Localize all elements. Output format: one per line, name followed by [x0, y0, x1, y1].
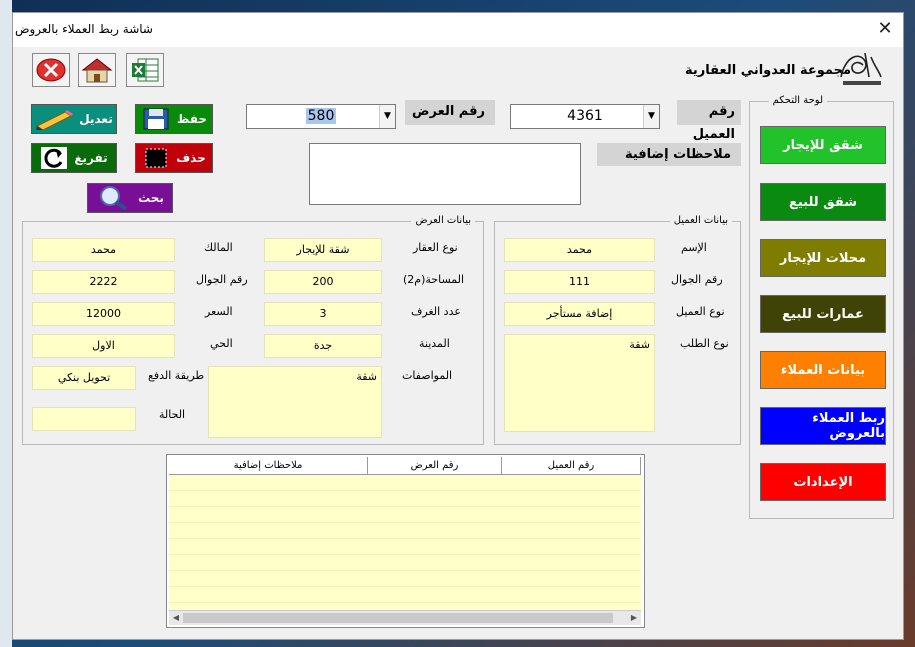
apartments-rent-button[interactable]: شقق للإيجار [760, 126, 886, 164]
pencil-icon [36, 110, 74, 130]
refresh-icon [41, 147, 68, 169]
property-type-label: نوع العقار [413, 241, 458, 254]
payment-method-label: طريقة الدفع [148, 369, 205, 382]
company-name: مجموعة العدواني العقارية [685, 63, 852, 78]
table-header-offer-number[interactable]: رقم العرض [368, 457, 502, 475]
area-field[interactable]: 200 [264, 270, 382, 294]
offer-details-caption: بيانات العرض [411, 215, 475, 226]
scroll-right-icon[interactable]: ▶ [627, 611, 641, 625]
exit-icon [36, 58, 66, 82]
request-type-label: نوع الطلب [680, 337, 729, 350]
close-window-button[interactable]: ✕ [873, 18, 897, 42]
notes-textarea[interactable] [309, 143, 581, 205]
company-logo-icon [840, 52, 882, 85]
window-title: شاشة ربط العملاء بالعروض [14, 22, 153, 36]
edit-button[interactable]: تعديل [31, 104, 117, 134]
search-label: بحث [138, 191, 164, 205]
links-table[interactable]: ملاحظات إضافية رقم العرض رقم العميل ◀ ▶ [166, 454, 645, 628]
title-bar: شاشة ربط العملاء بالعروض ✕ [13, 13, 903, 47]
edit-label: تعديل [79, 112, 113, 126]
specs-field[interactable]: شقة [208, 366, 382, 438]
clear-button[interactable]: تفريغ [31, 143, 117, 173]
owner-mobile-label: رقم الجوال [196, 273, 248, 286]
client-name-label: الإسم [681, 241, 707, 254]
client-details-caption: بيانات العميل [669, 215, 732, 226]
clients-data-button[interactable]: بيانات العملاء [760, 351, 886, 389]
client-type-field[interactable]: إضافة مستأجر [504, 302, 655, 326]
price-label: السعر [205, 305, 233, 318]
district-field[interactable]: الاول [32, 334, 175, 358]
delete-label: حذف [176, 151, 206, 165]
save-button[interactable]: حفظ [135, 104, 213, 134]
offer-number-label: رقم العرض [405, 100, 495, 125]
settings-button[interactable]: الإعدادات [760, 463, 886, 501]
delete-square-icon [145, 148, 167, 168]
client-mobile-field[interactable]: 111 [504, 270, 655, 294]
offer-number-value: 580 [305, 108, 337, 124]
excel-icon [132, 58, 159, 82]
district-label: الحي [210, 337, 233, 350]
client-number-label: رقم العميل [677, 100, 741, 142]
home-button[interactable] [78, 53, 116, 87]
app-window: شاشة ربط العملاء بالعروض ✕ مجموعة العدوا… [12, 12, 904, 640]
payment-method-field[interactable]: تحويل بنكي [32, 366, 136, 390]
table-rows[interactable] [169, 475, 641, 611]
client-number-combo[interactable]: 4361 ▼ [510, 104, 660, 129]
excel-button[interactable] [126, 53, 164, 87]
rooms-field[interactable]: 3 [264, 302, 382, 326]
property-type-field[interactable]: شقة للإيجار [264, 238, 382, 262]
dropdown-arrow-icon[interactable]: ▼ [643, 105, 659, 128]
specs-label: المواصفات [402, 369, 453, 382]
owner-field[interactable]: محمد [32, 238, 175, 262]
home-icon [81, 58, 113, 83]
shops-rent-button[interactable]: محلات للإيجار [760, 239, 886, 277]
buildings-sale-button[interactable]: عمارات للبيع [760, 295, 886, 333]
notes-label: ملاحظات إضافية [597, 143, 741, 166]
dropdown-arrow-icon[interactable]: ▼ [379, 105, 395, 128]
scroll-left-icon[interactable]: ◀ [169, 611, 183, 625]
exit-button[interactable] [32, 53, 70, 87]
area-label: المساحة(م2) [403, 273, 465, 286]
scrollbar-thumb[interactable] [183, 613, 613, 623]
search-icon [100, 186, 128, 211]
client-number-value: 4361 [567, 108, 603, 124]
apartments-sale-button[interactable]: شقق للبيع [760, 183, 886, 221]
client-name-field[interactable]: محمد [504, 238, 655, 262]
rooms-label: عدد الغرف [411, 305, 461, 318]
control-panel-caption: لوحة التحكم [768, 95, 827, 106]
client-mobile-label: رقم الجوال [671, 273, 723, 286]
owner-label: المالك [204, 241, 233, 254]
request-type-field[interactable]: شقة [504, 334, 655, 432]
client-type-label: نوع العميل [676, 305, 725, 318]
city-label: المدينة [419, 337, 450, 350]
status-field[interactable] [32, 407, 136, 431]
desktop-icon-strip [0, 0, 12, 647]
delete-button[interactable]: حذف [135, 143, 213, 173]
status-label: الحالة [159, 408, 186, 421]
owner-mobile-field[interactable]: 2222 [32, 270, 175, 294]
clear-label: تفريغ [74, 151, 108, 165]
search-button[interactable]: بحث [87, 183, 173, 213]
price-field[interactable]: 12000 [32, 302, 175, 326]
table-header-client-number[interactable]: رقم العميل [502, 457, 641, 475]
floppy-disk-icon [143, 108, 169, 130]
link-clients-offers-button[interactable]: ربط العملاء بالعروض [760, 407, 886, 445]
table-header-notes[interactable]: ملاحظات إضافية [169, 457, 368, 475]
city-field[interactable]: جدة [264, 334, 382, 358]
save-label: حفظ [176, 112, 208, 126]
horizontal-scrollbar[interactable]: ◀ ▶ [169, 610, 641, 625]
offer-number-combo[interactable]: 580 ▼ [246, 104, 396, 129]
